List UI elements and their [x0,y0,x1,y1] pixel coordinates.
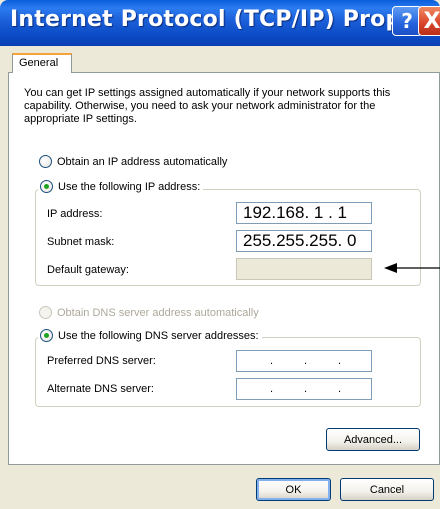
radio-label: Use the following IP address: [58,180,201,193]
preferred-dns-label: Preferred DNS server: [47,355,156,367]
radio-label: Use the following DNS server addresses: [58,329,259,342]
default-gateway-label: Default gateway: [47,264,129,276]
radio-use-following-dns[interactable]: Use the following DNS server addresses: [38,329,262,342]
radio-obtain-ip-auto[interactable]: Obtain an IP address automatically [39,155,227,168]
dialog-window: Internet Protocol (TCP/IP) Properties ? … [0,0,440,509]
radio-label: Obtain DNS server address automatically [57,306,259,319]
radio-circle [39,155,52,168]
ip-address-input[interactable]: 192.168. 1 . 1 [236,202,372,224]
subnet-mask-input[interactable]: 255.255.255. 0 [236,230,372,252]
radio-obtain-dns-auto[interactable]: Obtain DNS server address automatically [39,306,259,319]
preferred-dns-input[interactable]: . . . [236,350,372,372]
default-gateway-input[interactable] [236,258,372,280]
alternate-dns-label: Alternate DNS server: [47,383,154,395]
radio-use-following-ip[interactable]: Use the following IP address: [38,180,204,193]
cancel-button[interactable]: Cancel [340,478,434,501]
subnet-mask-label: Subnet mask: [47,236,115,248]
window-title: Internet Protocol (TCP/IP) Properties [10,7,440,32]
radio-label: Obtain an IP address automatically [57,155,228,168]
radio-circle [40,180,53,193]
ip-address-label: IP address: [47,208,103,220]
title-bar[interactable]: Internet Protocol (TCP/IP) Properties ? … [0,0,440,46]
close-button[interactable]: X [418,6,440,36]
alternate-dns-input[interactable]: . . . [236,378,372,400]
advanced-button[interactable]: Advanced... [326,428,420,451]
tab-general[interactable]: General [12,53,72,73]
intro-text: You can get IP settings assigned automat… [24,87,391,125]
ok-button[interactable]: OK [256,478,331,501]
ip-dot-separators: . . . [270,355,342,367]
radio-circle [39,306,52,319]
radio-circle [40,329,53,342]
ip-dot-separators: . . . [270,383,342,395]
arrow-pointer-icon [384,263,440,273]
